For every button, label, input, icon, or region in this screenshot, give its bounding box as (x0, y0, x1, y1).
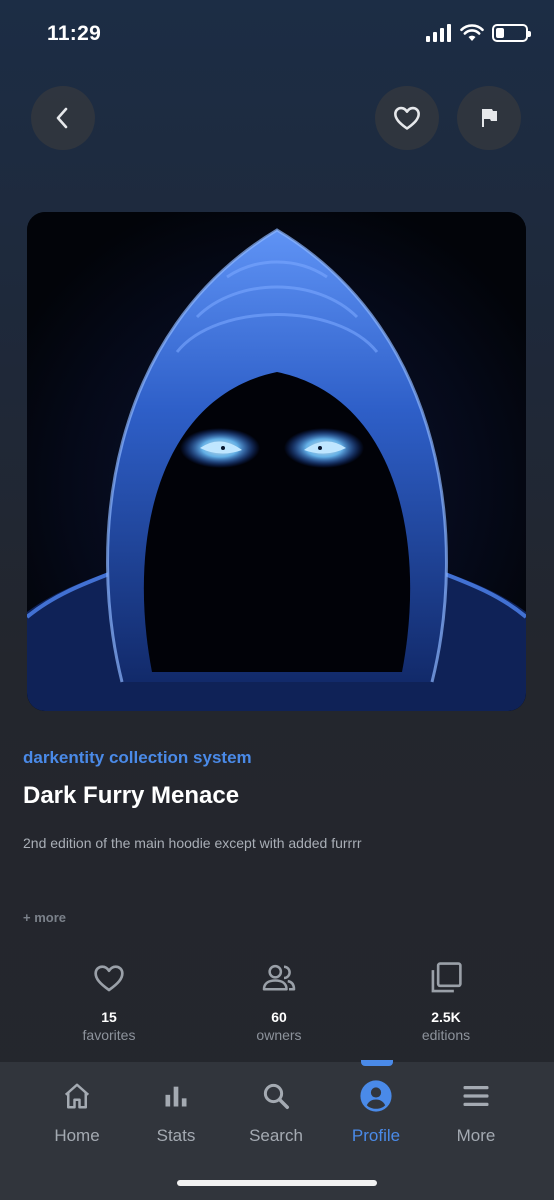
stat-value: 15 (101, 1009, 117, 1025)
home-icon (64, 1083, 90, 1109)
wifi-icon (460, 24, 484, 41)
nav-label: More (456, 1126, 496, 1145)
menu-icon (463, 1086, 489, 1106)
nav-label: Search (249, 1126, 303, 1145)
stat-value: 2.5K (431, 1009, 461, 1025)
collection-link[interactable]: darkentity collection system (23, 748, 252, 768)
battery-icon (492, 24, 531, 42)
item-title: Dark Furry Menace (23, 782, 240, 809)
profile-icon (360, 1080, 392, 1112)
editions-stack-icon (431, 962, 462, 993)
active-tab-indicator (361, 1060, 393, 1066)
heart-outline-icon (94, 965, 124, 992)
nav-item-home[interactable]: Home (32, 1076, 122, 1146)
nav-item-more[interactable]: More (431, 1076, 521, 1146)
nav-item-profile[interactable]: Profile (331, 1076, 421, 1146)
stat-label: editions (421, 1027, 471, 1043)
nav-label: Profile (351, 1126, 401, 1145)
stat-owners[interactable]: 60 owners (199, 958, 359, 1044)
nav-label: Home (54, 1126, 100, 1145)
stat-label: owners (256, 1027, 302, 1043)
favorite-button[interactable] (375, 86, 439, 150)
signal-icon (426, 24, 451, 42)
nav-item-search[interactable]: Search (231, 1076, 321, 1146)
flag-icon (482, 109, 497, 127)
home-indicator[interactable] (177, 1180, 377, 1186)
item-description: 2nd edition of the main hoodie except wi… (23, 835, 362, 851)
stat-value: 60 (271, 1009, 287, 1025)
people-icon (262, 964, 296, 991)
stat-editions[interactable]: 2.5K editions (366, 958, 526, 1044)
stats-row: 15 favorites 60 owners 2.5K editions (0, 958, 554, 1058)
heart-outline-icon (394, 106, 420, 130)
report-button[interactable] (457, 86, 521, 150)
stat-label: favorites (82, 1027, 136, 1043)
bar-chart-icon (165, 1086, 187, 1107)
back-button[interactable] (31, 86, 95, 150)
stat-favorites[interactable]: 15 favorites (29, 958, 189, 1044)
chevron-left-icon (56, 107, 68, 129)
status-icons (426, 24, 531, 42)
status-time: 11:29 (47, 22, 102, 45)
more-link[interactable]: + more (23, 910, 66, 925)
artwork-image[interactable] (27, 212, 526, 711)
nav-item-stats[interactable]: Stats (131, 1076, 221, 1146)
battery-level (496, 28, 505, 38)
status-bar: 11:29 (0, 0, 554, 70)
nav-label: Stats (156, 1126, 196, 1145)
search-icon (263, 1083, 289, 1109)
